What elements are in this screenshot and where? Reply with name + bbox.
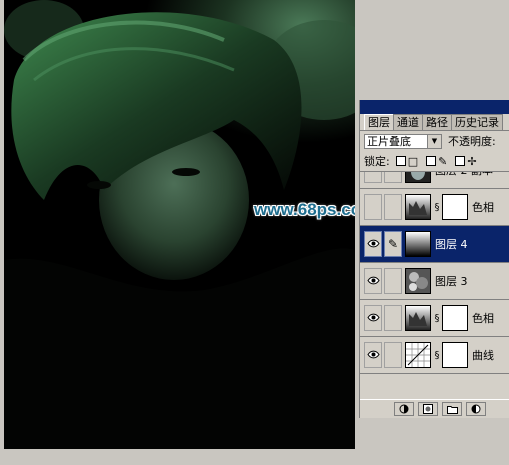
tab-history[interactable]: 历史记录 <box>451 114 503 130</box>
eye-icon <box>366 348 380 363</box>
lock-position-checkbox[interactable] <box>455 156 466 166</box>
layers-palette: 图层 通道 路径 历史记录 正片叠底 ▼ 不透明度: 锁定: □ ✎ ✢ 图层 … <box>359 100 509 418</box>
eye-icon <box>366 237 380 252</box>
chevron-down-icon[interactable]: ▼ <box>427 134 441 148</box>
lock-transparency-checkbox[interactable] <box>395 156 406 166</box>
lock-row: 锁定: □ ✎ ✢ <box>360 151 509 172</box>
eye-icon <box>366 311 380 326</box>
layer-thumbnail[interactable] <box>405 268 431 294</box>
eye-icon <box>366 274 380 289</box>
layer-row[interactable]: 图层 3 <box>360 263 509 300</box>
layer-name: 色相 <box>472 312 494 325</box>
palette-tabs: 图层 通道 路径 历史记录 <box>360 114 509 131</box>
visibility-toggle[interactable] <box>364 268 382 294</box>
tab-layers[interactable]: 图层 <box>364 114 394 130</box>
blend-mode-select[interactable]: 正片叠底 ▼ <box>364 133 442 149</box>
layer-row[interactable]: § 色相 <box>360 300 509 337</box>
link-edit-cell[interactable] <box>384 172 402 183</box>
new-group-icon[interactable] <box>442 402 462 416</box>
visibility-toggle[interactable] <box>364 172 382 183</box>
chain-link-icon[interactable]: § <box>432 350 442 361</box>
layer-thumbnail[interactable] <box>405 305 431 331</box>
link-edit-cell[interactable] <box>384 342 402 368</box>
layer-thumbnail[interactable] <box>405 231 431 257</box>
layer-mask-thumbnail[interactable] <box>442 305 468 331</box>
lock-image-icon: ✎ <box>438 154 448 168</box>
opacity-label: 不透明度: <box>448 135 496 148</box>
photo-image <box>4 0 355 449</box>
visibility-toggle[interactable] <box>364 231 382 257</box>
layer-list: 图层 2 副本 § 色相 ✎ 图层 4 图层 3 § 色相 § 曲线 <box>360 172 509 400</box>
layer-thumbnail[interactable] <box>405 342 431 368</box>
layer-row[interactable]: 图层 2 副本 <box>360 172 509 189</box>
blend-row: 正片叠底 ▼ 不透明度: <box>360 131 509 151</box>
tab-channels[interactable]: 通道 <box>393 114 423 130</box>
layer-row[interactable]: ✎ 图层 4 <box>360 226 509 263</box>
layer-thumbnail[interactable] <box>405 172 431 183</box>
palette-titlebar[interactable] <box>360 100 509 114</box>
layer-row[interactable]: § 曲线 <box>360 337 509 374</box>
link-edit-cell[interactable] <box>384 268 402 294</box>
layer-name: 图层 2 副本 <box>435 172 493 178</box>
lock-position-icon: ✢ <box>467 154 477 168</box>
layer-name: 曲线 <box>472 349 494 362</box>
palette-footer <box>360 399 509 418</box>
lock-image-checkbox[interactable] <box>426 156 437 166</box>
layer-name: 图层 4 <box>435 238 468 251</box>
link-edit-cell[interactable]: ✎ <box>384 231 402 257</box>
visibility-toggle[interactable] <box>364 194 382 220</box>
chain-link-icon[interactable]: § <box>432 202 442 213</box>
lock-transparency-icon: □ <box>407 154 419 168</box>
layer-thumbnail[interactable] <box>405 194 431 220</box>
visibility-toggle[interactable] <box>364 342 382 368</box>
layer-name: 图层 3 <box>435 275 468 288</box>
layer-style-icon[interactable] <box>394 402 414 416</box>
blend-mode-value: 正片叠底 <box>367 135 411 148</box>
layer-mask-thumbnail[interactable] <box>442 342 468 368</box>
link-edit-cell[interactable] <box>384 194 402 220</box>
document-canvas[interactable]: www.68ps.com <box>4 0 355 449</box>
lock-label: 锁定: <box>364 155 390 168</box>
layer-name: 色相 <box>472 201 494 214</box>
brush-icon: ✎ <box>387 237 399 251</box>
tab-paths[interactable]: 路径 <box>422 114 452 130</box>
add-mask-icon[interactable] <box>418 402 438 416</box>
layer-mask-thumbnail[interactable] <box>442 194 468 220</box>
layer-row[interactable]: § 色相 <box>360 189 509 226</box>
chain-link-icon[interactable]: § <box>432 313 442 324</box>
link-edit-cell[interactable] <box>384 305 402 331</box>
adjustment-layer-icon[interactable] <box>466 402 486 416</box>
watermark-text: www.68ps.com <box>254 200 355 219</box>
visibility-toggle[interactable] <box>364 305 382 331</box>
